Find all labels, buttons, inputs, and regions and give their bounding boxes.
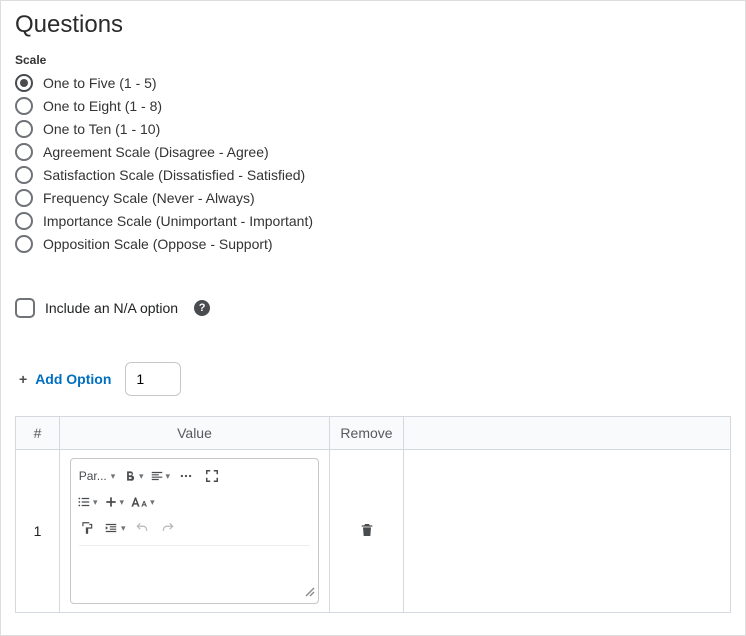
list-icon[interactable]: ▾ bbox=[77, 491, 98, 513]
scale-radio-3[interactable]: Agreement Scale (Disagree - Agree) bbox=[15, 142, 731, 162]
radio-circle-icon bbox=[15, 235, 33, 253]
align-icon[interactable]: ▾ bbox=[150, 465, 171, 487]
options-table: # Value Remove 1Par...▾▾▾▾▾▾▾ bbox=[15, 416, 731, 613]
page-title: Questions bbox=[15, 11, 731, 39]
scale-radio-7[interactable]: Opposition Scale (Oppose - Support) bbox=[15, 234, 731, 254]
radio-circle-icon bbox=[15, 97, 33, 115]
radio-circle-icon bbox=[15, 143, 33, 161]
radio-circle-icon bbox=[15, 189, 33, 207]
scale-radio-4[interactable]: Satisfaction Scale (Dissatisfied - Satis… bbox=[15, 165, 731, 185]
indent-icon[interactable]: ▾ bbox=[103, 517, 126, 539]
plus-icon: + bbox=[19, 371, 27, 387]
na-option-label: Include an N/A option bbox=[45, 300, 178, 316]
add-option-row: + Add Option bbox=[15, 362, 731, 396]
remove-row-button[interactable] bbox=[359, 522, 375, 538]
row-number: 1 bbox=[16, 450, 60, 613]
radio-label: One to Ten (1 - 10) bbox=[43, 121, 160, 137]
row-value-cell: Par...▾▾▾▾▾▾▾ bbox=[60, 450, 330, 613]
fullscreen-icon[interactable] bbox=[202, 465, 222, 487]
scale-radio-5[interactable]: Frequency Scale (Never - Always) bbox=[15, 188, 731, 208]
add-option-button[interactable]: + Add Option bbox=[15, 371, 111, 387]
col-header-num: # bbox=[16, 417, 60, 450]
bold-icon[interactable]: ▾ bbox=[123, 465, 144, 487]
scale-section-label: Scale bbox=[15, 53, 731, 67]
radio-label: Importance Scale (Unimportant - Importan… bbox=[43, 213, 313, 229]
radio-label: One to Five (1 - 5) bbox=[43, 75, 157, 91]
radio-label: One to Eight (1 - 8) bbox=[43, 98, 162, 114]
table-header-row: # Value Remove bbox=[16, 417, 731, 450]
radio-circle-icon bbox=[15, 120, 33, 138]
insert-plus-icon[interactable]: ▾ bbox=[104, 491, 125, 513]
radio-label: Agreement Scale (Disagree - Agree) bbox=[43, 144, 269, 160]
more-icon[interactable] bbox=[176, 465, 196, 487]
row-blank-cell bbox=[404, 450, 731, 613]
radio-circle-icon bbox=[15, 74, 33, 92]
paragraph-style-selector[interactable]: Par...▾ bbox=[77, 465, 117, 487]
radio-circle-icon bbox=[15, 212, 33, 230]
redo-icon[interactable] bbox=[158, 517, 178, 539]
table-row: 1Par...▾▾▾▾▾▾▾ bbox=[16, 450, 731, 613]
radio-label: Opposition Scale (Oppose - Support) bbox=[43, 236, 273, 252]
row-remove-cell bbox=[330, 450, 404, 613]
na-option-checkbox[interactable] bbox=[15, 298, 35, 318]
rich-text-editor[interactable]: Par...▾▾▾▾▾▾▾ bbox=[70, 458, 319, 604]
radio-label: Satisfaction Scale (Dissatisfied - Satis… bbox=[43, 167, 305, 183]
scale-radio-0[interactable]: One to Five (1 - 5) bbox=[15, 73, 731, 93]
col-header-remove: Remove bbox=[330, 417, 404, 450]
col-header-value: Value bbox=[60, 417, 330, 450]
add-option-count-input[interactable] bbox=[125, 362, 181, 396]
add-option-label: Add Option bbox=[35, 371, 111, 387]
col-header-blank bbox=[404, 417, 731, 450]
scale-radio-group: One to Five (1 - 5) One to Eight (1 - 8) O… bbox=[15, 73, 731, 254]
editor-body[interactable] bbox=[79, 545, 310, 597]
resize-handle-icon[interactable] bbox=[304, 585, 316, 601]
scale-radio-6[interactable]: Importance Scale (Unimportant - Importan… bbox=[15, 211, 731, 231]
format-paint-icon[interactable] bbox=[77, 517, 97, 539]
editor-toolbar: Par...▾▾▾▾▾▾▾ bbox=[71, 459, 318, 543]
scale-radio-1[interactable]: One to Eight (1 - 8) bbox=[15, 96, 731, 116]
radio-circle-icon bbox=[15, 166, 33, 184]
na-option-row: Include an N/A option ? bbox=[15, 298, 731, 318]
undo-icon[interactable] bbox=[132, 517, 152, 539]
radio-label: Frequency Scale (Never - Always) bbox=[43, 190, 255, 206]
font-size-icon[interactable]: ▾ bbox=[130, 491, 155, 513]
scale-radio-2[interactable]: One to Ten (1 - 10) bbox=[15, 119, 731, 139]
help-icon[interactable]: ? bbox=[194, 300, 210, 316]
questions-panel: Questions Scale One to Five (1 - 5)One t… bbox=[0, 0, 746, 636]
